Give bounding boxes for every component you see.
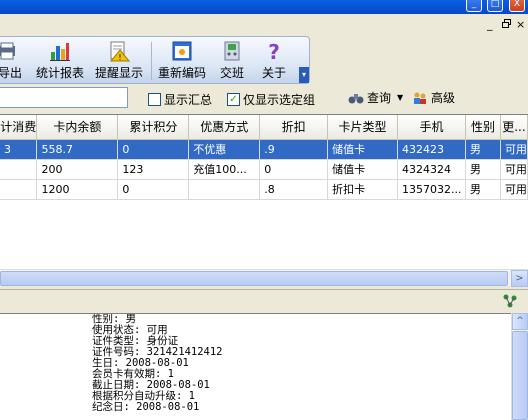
advanced-users-icon [414,92,426,104]
column-header[interactable]: 累计积分 [117,115,190,140]
table-cell[interactable]: 3 [0,139,38,160]
only-selected-group-checkbox[interactable]: ✓ 仅显示选定组 [227,91,315,108]
column-header[interactable]: 更... [500,115,528,140]
table-cell[interactable]: 男 [465,179,501,200]
binoculars-icon [348,93,364,103]
filter-bar: 显示汇总 ✓ 仅显示选定组 查询 ▼ 高级 [0,84,528,112]
column-header[interactable]: 卡内余额 [36,115,119,140]
window-title-bar: _ □ X [0,0,528,14]
scroll-right-arrow-icon[interactable]: > [511,270,528,287]
table-cell[interactable]: 男 [465,139,501,160]
table-cell[interactable] [188,179,261,200]
scroll-up-arrow-icon[interactable]: ^ [512,313,528,330]
main-toolbar: 导出 统计报表 ! 提醒显示 重新编码 交班 ? 关于 ▾ [0,36,310,84]
reminder-icon: ! [109,41,130,62]
shift-handover-label: 交班 [219,66,244,80]
restore-icon [502,19,511,28]
statistics-report-button[interactable]: 统计报表 [34,40,86,82]
toolbar-separator [151,42,152,80]
show-summary-label: 显示汇总 [164,93,213,107]
recode-icon [172,41,192,61]
mdi-close-button[interactable]: × [516,18,525,31]
column-header[interactable]: 性别 [465,115,501,140]
query-dropdown-arrow-icon[interactable]: ▼ [397,93,403,102]
query-button[interactable]: 查询 ▼ [348,89,403,106]
table-cell[interactable]: 可用 [500,179,528,200]
table-cell[interactable]: .8 [259,179,329,200]
column-header[interactable]: 手机 [397,115,466,140]
table-header-row: 计消费 卡内余额 累计积分 优惠方式 折扣 卡片类型 手机 性别 更... [0,115,528,140]
table-cell[interactable]: 0 [259,159,329,180]
minimize-window-button[interactable]: _ [466,0,482,12]
checkbox-checked-icon[interactable]: ✓ [227,93,240,106]
detail-pane-header [0,289,528,312]
horizontal-scroll-thumb[interactable] [0,271,508,286]
vertical-scroll-thumb[interactable] [512,331,528,420]
table-row[interactable]: 1200 0 .8 折扣卡 1357032... 男 可用 [0,179,528,200]
table-cell[interactable] [0,159,38,180]
query-label: 查询 [367,91,392,105]
table-cell[interactable]: 123 [117,159,190,180]
table-cell[interactable]: 200 [36,159,119,180]
table-cell[interactable]: 可用 [500,159,528,180]
close-window-button[interactable]: X [509,0,525,12]
menu-bar: _ × [0,14,528,36]
table-cell[interactable]: 储值卡 [327,139,398,160]
member-detail-pane: 性别: 男 使用状态: 可用 证件类型: 身份证 证件号码: 321421412… [0,313,528,420]
table-cell[interactable]: 男 [465,159,501,180]
toolbar-overflow-chevron[interactable]: ▾ [299,67,309,83]
table-cell[interactable]: 不优惠 [188,139,261,160]
table-cell[interactable]: 储值卡 [327,159,398,180]
maximize-window-button[interactable]: □ [487,0,503,12]
table-cell[interactable]: 1357032... [397,179,466,200]
table-cell[interactable]: 4324324 [397,159,466,180]
chart-icon [50,43,70,61]
detail-line: 纪念日: 2008-08-01 [92,401,200,413]
export-label: 导出 [0,66,23,80]
column-header[interactable]: 优惠方式 [188,115,261,140]
table-cell[interactable]: 0 [117,179,190,200]
mdi-restore-button[interactable] [502,18,511,31]
export-button[interactable]: 导出 [0,40,22,82]
svg-text:!: ! [118,53,121,62]
table-row[interactable]: 200 123 充值100... 0 储值卡 4324324 男 可用 [0,159,528,180]
reminder-display-button[interactable]: ! 提醒显示 [93,40,145,82]
people-network-icon[interactable] [502,293,518,309]
mdi-minimize-button[interactable]: _ [487,18,493,31]
export-icon [0,42,15,60]
vertical-scrollbar[interactable]: ^ [511,313,528,420]
about-label: 关于 [261,66,286,80]
show-summary-checkbox[interactable]: 显示汇总 [148,91,212,108]
column-header[interactable]: 卡片类型 [327,115,398,140]
advanced-label: 高级 [431,91,456,105]
search-input[interactable] [0,87,128,108]
table-cell[interactable]: 可用 [500,139,528,160]
recode-button[interactable]: 重新编码 [156,40,208,82]
shift-handover-button[interactable]: 交班 [216,40,248,82]
help-icon: ? [268,40,280,62]
column-header[interactable]: 折扣 [259,115,329,140]
table-cell[interactable]: 充值100... [188,159,261,180]
recode-label: 重新编码 [157,66,206,80]
svg-text:?: ? [268,40,280,62]
shift-icon [224,41,240,61]
table-row[interactable]: 3 558.7 0 不优惠 .9 储值卡 432423 男 可用 [0,139,528,160]
table-cell[interactable]: 折扣卡 [327,179,398,200]
table-cell[interactable]: .9 [259,139,329,160]
table-cell[interactable]: 432423 [397,139,466,160]
column-header[interactable]: 计消费 [0,115,38,140]
member-card-table: 计消费 卡内余额 累计积分 优惠方式 折扣 卡片类型 手机 性别 更... 3 … [0,115,528,200]
reminder-display-label: 提醒显示 [94,66,143,80]
about-button[interactable]: ? 关于 [258,40,290,82]
table-cell[interactable]: 0 [117,139,190,160]
advanced-button[interactable]: 高级 [412,89,455,106]
table-cell[interactable]: 558.7 [36,139,119,160]
member-card-grid: 计消费 卡内余额 累计积分 优惠方式 折扣 卡片类型 手机 性别 更... 3 … [0,114,528,269]
only-selected-group-label: 仅显示选定组 [243,93,316,107]
horizontal-scrollbar[interactable]: > [0,269,528,287]
statistics-report-label: 统计报表 [35,66,84,80]
table-cell[interactable]: 1200 [36,179,119,200]
checkbox-box[interactable] [148,93,161,106]
table-cell[interactable] [0,179,38,200]
